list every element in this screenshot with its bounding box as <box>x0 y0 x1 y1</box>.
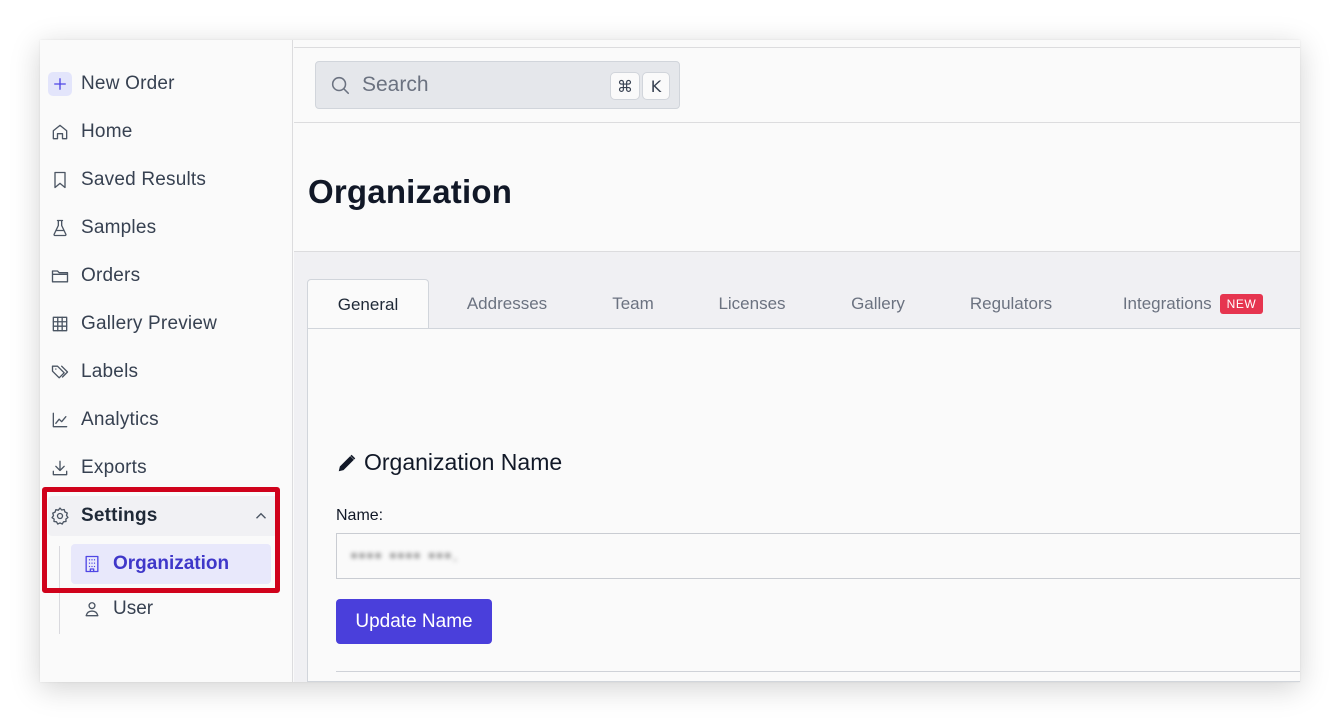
sidebar-item-label: Home <box>81 121 133 142</box>
section-title-text: Organization Name <box>364 449 563 475</box>
sidebar-item-label: New Order <box>81 73 175 94</box>
sidebar-item-label: Analytics <box>81 409 159 430</box>
sidebar: New Order Home Saved Results Samples Ord… <box>40 40 293 682</box>
search-bar[interactable]: ⌘ K <box>315 61 680 109</box>
organization-name-value: ▪▪▪▪ ▪▪▪▪ ▪▪▪. <box>351 546 460 565</box>
tab-label: Regulators <box>969 294 1053 313</box>
folder-icon <box>48 264 72 288</box>
search-input[interactable] <box>362 73 592 97</box>
name-field-label: Name: <box>336 507 384 524</box>
organization-name-input[interactable]: ▪▪▪▪ ▪▪▪▪ ▪▪▪. <box>336 533 1300 579</box>
tab-label: Addresses <box>466 294 548 313</box>
app-window: New Order Home Saved Results Samples Ord… <box>40 40 1300 682</box>
tab-gallery[interactable]: Gallery <box>823 279 933 329</box>
tab-label: Licenses <box>718 294 786 313</box>
top-divider <box>294 40 1300 48</box>
home-icon <box>48 120 72 144</box>
tab-label: Gallery <box>851 294 905 313</box>
tab-team[interactable]: Team <box>583 279 683 329</box>
sidebar-item-home[interactable]: Home <box>48 112 278 152</box>
sidebar-item-label: Samples <box>81 217 157 238</box>
sidebar-item-orders[interactable]: Orders <box>48 256 278 296</box>
header-divider <box>294 122 1300 123</box>
chart-icon <box>48 408 72 432</box>
update-name-button[interactable]: Update Name <box>336 599 492 644</box>
page-title: Organization <box>308 173 513 210</box>
sidebar-item-exports[interactable]: Exports <box>48 448 278 488</box>
content-area: General Addresses Team Licenses Gallery … <box>294 252 1300 682</box>
shortcut-key-k: K <box>642 72 670 100</box>
sidebar-item-new-order[interactable]: New Order <box>48 64 278 104</box>
sidebar-item-label: Gallery Preview <box>81 313 218 334</box>
plus-icon <box>48 72 72 96</box>
sidebar-item-label: Saved Results <box>81 169 207 190</box>
pencil-icon <box>336 452 358 474</box>
flask-icon <box>48 216 72 240</box>
sidebar-item-gallery-preview[interactable]: Gallery Preview <box>48 304 278 344</box>
tab-label: General <box>337 294 399 314</box>
new-badge: NEW <box>1219 294 1264 314</box>
sidebar-item-labels[interactable]: Labels <box>48 352 278 392</box>
sidebar-subitem-label: User <box>113 598 154 619</box>
user-icon <box>80 597 104 621</box>
tab-addresses[interactable]: Addresses <box>437 279 577 329</box>
section-title-organization-name: Organization Name <box>336 449 562 476</box>
tags-icon <box>48 360 72 384</box>
download-icon <box>48 456 72 480</box>
table-icon <box>48 312 72 336</box>
tab-bar: General Addresses Team Licenses Gallery … <box>307 279 1300 329</box>
highlight-annotation-box <box>42 487 280 593</box>
main-content: ⌘ K Organization General Addresses Team … <box>294 40 1300 682</box>
tab-general[interactable]: General <box>307 279 429 329</box>
sidebar-item-label: Orders <box>81 265 141 286</box>
tab-label: Integrations <box>1122 294 1212 313</box>
tab-licenses[interactable]: Licenses <box>691 279 813 329</box>
sidebar-item-saved-results[interactable]: Saved Results <box>48 160 278 200</box>
section-divider <box>336 671 1300 672</box>
sidebar-item-analytics[interactable]: Analytics <box>48 400 278 440</box>
sidebar-subitem-user[interactable]: User <box>71 589 271 629</box>
sidebar-item-samples[interactable]: Samples <box>48 208 278 248</box>
tab-regulators[interactable]: Regulators <box>941 279 1081 329</box>
tab-integrations[interactable]: Integrations NEW <box>1103 279 1283 329</box>
sidebar-item-label: Exports <box>81 457 147 478</box>
shortcut-key-cmd: ⌘ <box>610 72 640 100</box>
bookmark-icon <box>48 168 72 192</box>
sidebar-item-label: Labels <box>81 361 139 382</box>
tab-label: Team <box>612 294 654 313</box>
general-tab-panel: Organization Name Name: ▪▪▪▪ ▪▪▪▪ ▪▪▪. U… <box>307 328 1300 682</box>
search-icon <box>328 73 352 97</box>
